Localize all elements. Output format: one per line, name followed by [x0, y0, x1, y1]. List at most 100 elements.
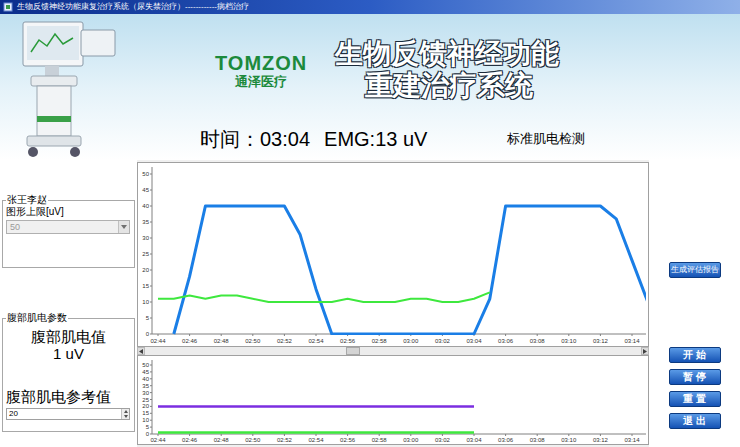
x-tick-label: 03:02 — [435, 437, 451, 443]
y-tick-label: 35 — [142, 219, 149, 225]
spin-up-icon[interactable] — [122, 409, 130, 414]
x-tick-label: 02:48 — [214, 338, 230, 344]
x-tick-label: 02:58 — [372, 437, 388, 443]
y-tick-label: 0 — [146, 431, 150, 437]
logo: TOMZON 通泽医疗 — [215, 52, 307, 89]
x-tick-label: 03:14 — [624, 338, 640, 344]
scroll-right-button[interactable] — [641, 347, 649, 355]
y-tick-label: 35 — [142, 383, 149, 389]
main-chart: 0510152025303540455002:4402:4602:4802:50… — [137, 162, 649, 347]
y-tick-label: 10 — [142, 417, 149, 423]
x-tick-label: 02:44 — [150, 338, 166, 344]
series-line — [174, 206, 646, 334]
logo-subtitle: 通泽医疗 — [235, 74, 287, 89]
y-tick-label: 5 — [146, 315, 150, 321]
spin-down-icon[interactable] — [122, 414, 130, 419]
y-tick-label: 40 — [142, 203, 149, 209]
limit-dropdown[interactable]: 50 — [6, 220, 130, 234]
patient-name: 张王李赵 — [6, 194, 48, 206]
mode-label: 标准肌电检测 — [507, 131, 585, 147]
x-tick-label: 03:12 — [593, 338, 609, 344]
y-tick-label: 0 — [146, 331, 150, 337]
sub-chart: 0510152025303540455002:4402:4602:4802:50… — [137, 355, 649, 445]
x-tick-label: 02:50 — [245, 437, 261, 443]
x-tick-label: 02:46 — [182, 437, 198, 443]
y-tick-label: 5 — [146, 424, 150, 430]
emg-readout: EMG:13 uV — [324, 127, 427, 151]
scroll-right-icon — [643, 349, 647, 354]
scroll-track[interactable] — [145, 347, 641, 355]
title-bar: 生物反馈神经功能康复治疗系统（尿失禁治疗）------------病档治疗 — [0, 0, 740, 14]
abdominal-title: 腹部肌电参数 — [6, 312, 68, 324]
x-tick-label: 02:56 — [340, 338, 356, 344]
pause-button[interactable]: 暂 停 — [669, 369, 721, 385]
series-line — [158, 292, 490, 302]
app-icon — [3, 2, 13, 12]
reference-label: 腹部肌电参考值 — [6, 388, 131, 405]
chart-column: 0510152025303540455002:4402:4602:4802:50… — [137, 160, 649, 447]
x-tick-label: 03:12 — [593, 437, 609, 443]
x-tick-label: 02:50 — [245, 338, 261, 344]
scroll-left-icon — [139, 349, 143, 354]
limit-label: 图形上限[uV] — [6, 206, 131, 218]
abdominal-value: 1 uV — [6, 345, 131, 362]
title-line: 生物反馈神经功能 — [335, 38, 559, 70]
x-tick-label: 02:52 — [277, 437, 293, 443]
abdominal-value-label: 腹部肌电值 — [6, 328, 131, 345]
y-axis — [152, 360, 153, 434]
y-tick-label: 25 — [142, 397, 149, 403]
reference-value: 20 — [9, 409, 18, 419]
y-tick-label: 15 — [142, 410, 149, 416]
sub-chart-plot: 0510152025303540455002:4402:4602:4802:50… — [138, 356, 648, 444]
x-axis — [152, 434, 646, 435]
device-picture — [0, 14, 137, 160]
limit-value: 50 — [10, 222, 20, 233]
x-tick-label: 03:10 — [561, 437, 577, 443]
x-tick-label: 02:54 — [308, 338, 324, 344]
y-tick-label: 20 — [142, 403, 149, 409]
y-axis — [152, 167, 153, 334]
logo-brand: TOMZON — [215, 52, 307, 74]
right-panel: 生成评估报告 开 始 暂 停 重 置 退 出 — [649, 160, 740, 447]
patient-group: 张王李赵 图形上限[uV] 50 — [2, 194, 135, 268]
device-icon — [9, 16, 129, 160]
banner: TOMZON 通泽医疗 生物反馈神经功能 重建治疗系统 时间：03:04 EMG… — [0, 14, 740, 160]
dropdown-button[interactable] — [118, 221, 129, 233]
dropdown-arrow-icon — [121, 225, 127, 229]
y-tick-label: 10 — [142, 299, 149, 305]
x-tick-label: 03:10 — [561, 338, 577, 344]
x-tick-label: 02:58 — [372, 338, 388, 344]
x-tick-label: 02:44 — [150, 437, 166, 443]
series-line — [158, 431, 474, 434]
x-tick-label: 03:04 — [466, 338, 482, 344]
x-tick-label: 03:08 — [530, 338, 546, 344]
scroll-thumb[interactable] — [346, 347, 360, 355]
system-title: 生物反馈神经功能 重建治疗系统 — [335, 38, 559, 102]
time-readout: 时间：03:04 — [200, 127, 310, 151]
report-button[interactable]: 生成评估报告 — [669, 262, 721, 278]
x-tick-label: 02:52 — [277, 338, 293, 344]
y-tick-label: 25 — [142, 251, 149, 257]
x-tick-label: 02:48 — [214, 437, 230, 443]
x-tick-label: 03:00 — [403, 437, 419, 443]
abdominal-group: 腹部肌电参数 腹部肌电值 1 uV 腹部肌电参考值 20 — [2, 312, 135, 432]
series-line — [158, 405, 474, 408]
exit-button[interactable]: 退 出 — [669, 413, 721, 429]
x-tick-label: 03:06 — [498, 338, 514, 344]
reference-spinner[interactable]: 20 — [6, 408, 130, 420]
x-tick-label: 03:04 — [466, 437, 482, 443]
y-tick-label: 50 — [142, 362, 149, 368]
chart-scrollbar[interactable] — [137, 347, 649, 355]
x-tick-label: 03:00 — [403, 338, 419, 344]
left-panel: 张王李赵 图形上限[uV] 50 腹部肌电参数 腹部肌电值 1 uV 腹部肌电参… — [0, 160, 137, 447]
main-chart-plot: 0510152025303540455002:4402:4602:4802:50… — [138, 163, 648, 346]
x-tick-label: 03:06 — [498, 437, 514, 443]
scroll-left-button[interactable] — [137, 347, 145, 355]
x-tick-label: 03:02 — [435, 338, 451, 344]
start-button[interactable]: 开 始 — [669, 347, 721, 363]
x-tick-label: 03:14 — [624, 437, 640, 443]
y-tick-label: 20 — [142, 267, 149, 273]
x-tick-label: 02:54 — [308, 437, 324, 443]
title-line: 重建治疗系统 — [335, 70, 559, 102]
reset-button[interactable]: 重 置 — [669, 391, 721, 407]
